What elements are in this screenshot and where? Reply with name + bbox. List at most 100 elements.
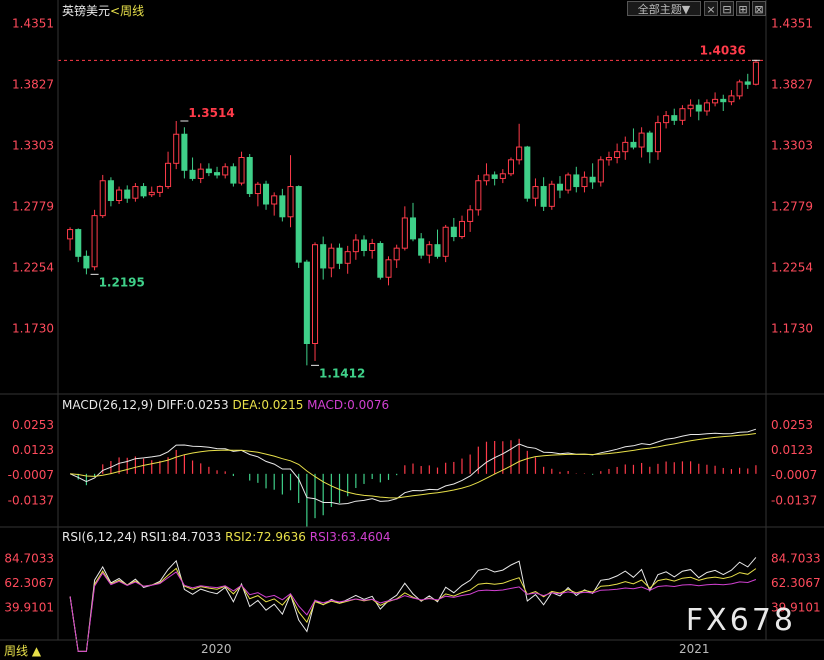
rsi-y-tick: 84.7033 — [771, 551, 821, 565]
candle-body — [622, 141, 629, 153]
y-tick-label: 1.3827 — [12, 78, 54, 92]
candle-body — [703, 102, 710, 112]
period-label[interactable]: 周线 — [120, 4, 144, 18]
candle-body — [663, 115, 670, 124]
candle-body — [654, 122, 661, 153]
minimize-icon: ⊟ — [722, 3, 732, 16]
candle-body — [630, 141, 637, 148]
y-tick-label: 1.2779 — [12, 199, 54, 213]
candle-body — [393, 247, 400, 261]
candle-body — [581, 176, 588, 188]
candle-body — [181, 133, 188, 171]
rsi1-label: RSI1:84.7033 — [140, 530, 222, 544]
candle-body — [360, 239, 368, 252]
maximize-button[interactable]: ⊞ — [736, 1, 750, 16]
candle-body — [671, 115, 678, 121]
candle-body — [720, 98, 727, 103]
candle-body — [246, 157, 253, 195]
chart-canvas: 1.4351 1.4351 1.3827 1.3827 1.3303 1.3303 1.27… — [0, 0, 824, 652]
price-annotation: 1.1412 — [319, 366, 365, 380]
candle-body — [638, 132, 645, 148]
candle-body — [524, 146, 531, 199]
candle-body — [377, 243, 384, 278]
macd-panel: 0.0253 0.0253 0.0123 0.0123 -0.0007 -0.0007 -0… — [8, 418, 817, 527]
candle-body — [499, 173, 506, 179]
rsi2-line — [69, 567, 757, 652]
candle-body — [589, 176, 596, 183]
y-tick-label: 1.3303 — [771, 139, 813, 153]
candle-body — [605, 157, 612, 161]
price-annotation: 1.2195 — [99, 275, 145, 289]
macd-y-tick: -0.0137 — [8, 493, 54, 507]
rsi-y-tick: 39.9101 — [4, 601, 54, 615]
candle-body — [336, 247, 343, 264]
period-button[interactable]: 周线 ▲ — [4, 642, 41, 659]
price-annotation: 1.4036 — [700, 43, 746, 57]
candle-body — [67, 229, 74, 240]
candle-body — [156, 186, 163, 193]
candle-body — [695, 104, 702, 112]
rsi3-label: RSI3:63.4604 — [309, 530, 391, 544]
candle-body — [426, 244, 433, 256]
candle-body — [352, 239, 359, 253]
candle-body — [311, 244, 319, 344]
candle-body — [712, 98, 719, 104]
candle-body — [91, 215, 98, 268]
candle-body — [303, 261, 310, 344]
candle-body — [214, 172, 221, 176]
chevron-down-icon: ▼ — [681, 3, 691, 16]
candle-body — [646, 132, 653, 153]
view-selector-label: 全部主题 — [637, 3, 682, 16]
candle-body — [173, 133, 180, 164]
macd-title: MACD(26,12,9) — [62, 398, 154, 412]
restore-icon: ⊠ — [754, 3, 764, 16]
candle-body — [320, 244, 327, 269]
candle-body — [467, 209, 474, 222]
candle-body — [287, 186, 294, 218]
candle-body — [565, 174, 572, 191]
candle-body — [197, 168, 204, 179]
close-button[interactable]: × — [704, 1, 718, 16]
candle-body — [295, 186, 302, 263]
close-icon: × — [706, 3, 716, 16]
x-tick-2020: 2020 — [201, 642, 232, 656]
candle-body — [385, 259, 392, 278]
candle-body — [614, 151, 621, 158]
candle-body — [148, 191, 155, 196]
candle-body — [369, 243, 376, 251]
view-selector[interactable]: 全部主题▼ — [627, 1, 701, 16]
candle-body — [540, 186, 547, 207]
price-panel: 1.4351 1.4351 1.3827 1.3827 1.3303 1.3303 1.27… — [12, 17, 813, 381]
candle-body — [116, 189, 123, 202]
y-tick-label: 1.3827 — [771, 78, 813, 92]
candle-body — [83, 255, 90, 269]
candle-body — [409, 217, 417, 240]
y-tick-label: 1.2254 — [771, 260, 813, 274]
minimize-button[interactable]: ⊟ — [720, 1, 734, 16]
candle-body — [548, 183, 555, 207]
symbol-label: 英镑美元 — [62, 4, 111, 18]
candle-body — [728, 95, 735, 103]
y-tick-label: 1.1730 — [771, 321, 813, 335]
macd-value-label: MACD:0.0076 — [307, 398, 390, 412]
candle-body — [279, 195, 286, 218]
candle-body — [254, 183, 261, 195]
macd-y-tick: 0.0253 — [771, 418, 813, 432]
y-tick-label: 1.4351 — [771, 17, 813, 31]
rsi-title: RSI(6,12,24) — [62, 530, 137, 544]
candle-body — [744, 81, 751, 85]
candle-body — [434, 244, 441, 257]
macd-diff-label: DIFF:0.0253 — [156, 398, 229, 412]
candle-body — [328, 247, 335, 269]
candle-body — [99, 180, 106, 217]
restore-button[interactable]: ⊠ — [752, 1, 766, 16]
price-annotation: 1.3514 — [188, 106, 234, 120]
candle-body — [458, 220, 466, 238]
watermark-logo: FX678 — [685, 603, 796, 638]
macd-legend: MACD(26,12,9) DIFF:0.0253 DEA:0.0215 MAC… — [62, 398, 389, 412]
candle-body — [442, 226, 449, 257]
candle-body — [140, 186, 147, 197]
candle-body — [491, 174, 498, 179]
period-prefix: < — [110, 4, 121, 18]
rsi-y-tick: 84.7033 — [4, 551, 54, 565]
